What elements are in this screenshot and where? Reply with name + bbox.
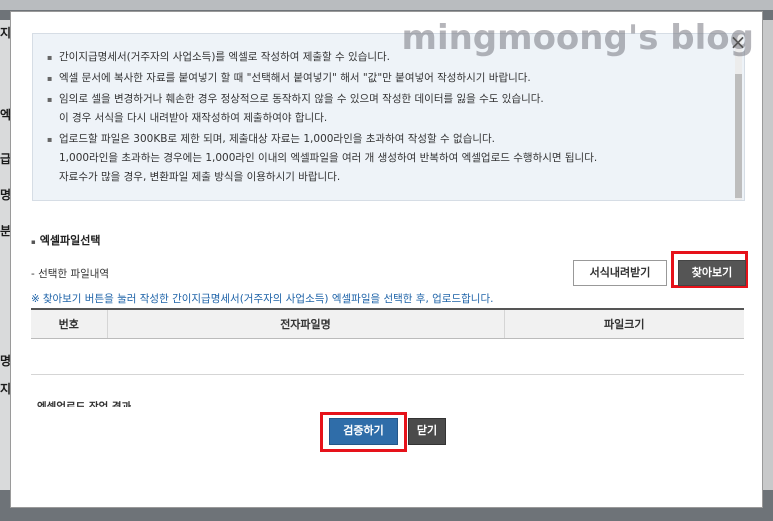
notice-item-line: 업로드할 파일은 300KB로 제한 되며, 제출대상 자료는 1,000라인을… xyxy=(59,133,496,145)
browse-file-button[interactable]: 찾아보기 xyxy=(678,260,746,286)
notice-item-line: 1,000라인을 초과하는 경우에는 1,000라인 이내의 엑셀파일을 여러 … xyxy=(59,152,598,164)
background-right-panel xyxy=(763,20,773,490)
file-table-body xyxy=(31,339,744,375)
notice-item-line: 이 경우 서식을 다시 내려받아 재작성하여 제출하여야 합니다. xyxy=(59,112,328,124)
column-header-number: 번호 xyxy=(31,309,108,339)
notice-item: 업로드할 파일은 300KB로 제한 되며, 제출대상 자료는 1,000라인을… xyxy=(47,130,730,187)
notice-scrollbar-thumb[interactable] xyxy=(735,74,742,198)
column-header-filename: 전자파일명 xyxy=(107,309,505,339)
note-mark: ※ xyxy=(31,293,40,305)
notice-list: 간이지급명세서(거주자의 사업소득)를 엑셀로 작성하여 제출할 수 있습니다.… xyxy=(47,48,730,187)
excel-upload-dialog: 간이지급명세서(거주자의 사업소득)를 엑셀로 작성하여 제출할 수 있습니다.… xyxy=(10,11,763,508)
notice-item: 임의로 셀을 변경하거나 훼손한 경우 정상적으로 동작하지 않을 수 있으며 … xyxy=(47,90,730,128)
selected-files-label: - 선택한 파일내역 xyxy=(31,268,110,280)
close-icon[interactable]: × xyxy=(728,32,748,52)
notice-box: 간이지급명세서(거주자의 사업소득)를 엑셀로 작성하여 제출할 수 있습니다.… xyxy=(32,33,745,201)
upload-instruction: ※ 찾아보기 버튼을 눌러 작성한 간이지급명세서(거주자의 사업소득) 엑셀파일… xyxy=(31,291,493,306)
background-top-bar xyxy=(0,0,773,10)
file-table: 번호 전자파일명 파일크기 xyxy=(31,308,744,339)
notice-item-line: 자료수가 많을 경우, 변환파일 제출 방식을 이용하시기 바랍니다. xyxy=(59,171,341,183)
column-header-filesize: 파일크기 xyxy=(504,309,744,339)
verify-button[interactable]: 검증하기 xyxy=(329,418,398,445)
table-header-row: 번호 전자파일명 파일크기 xyxy=(31,309,744,339)
blog-watermark: mingmoong's blog xyxy=(401,18,754,58)
download-template-button[interactable]: 서식내려받기 xyxy=(573,260,667,286)
notice-item: 엑셀 문서에 복사한 자료를 붙여넣기 할 때 "선택해서 붙여넣기" 해서 "… xyxy=(47,69,730,88)
close-button[interactable]: 닫기 xyxy=(408,418,446,445)
notice-item-line: 임의로 셀을 변경하거나 훼손한 경우 정상적으로 동작하지 않을 수 있으며 … xyxy=(59,93,544,105)
upload-instruction-text: 찾아보기 버튼을 눌러 작성한 간이지급명세서(거주자의 사업소득) 엑셀파일을… xyxy=(42,293,494,305)
result-section-title: 엑셀업로드 작업 결과 xyxy=(37,401,132,407)
section-title: 엑셀파일선택 xyxy=(31,232,101,248)
